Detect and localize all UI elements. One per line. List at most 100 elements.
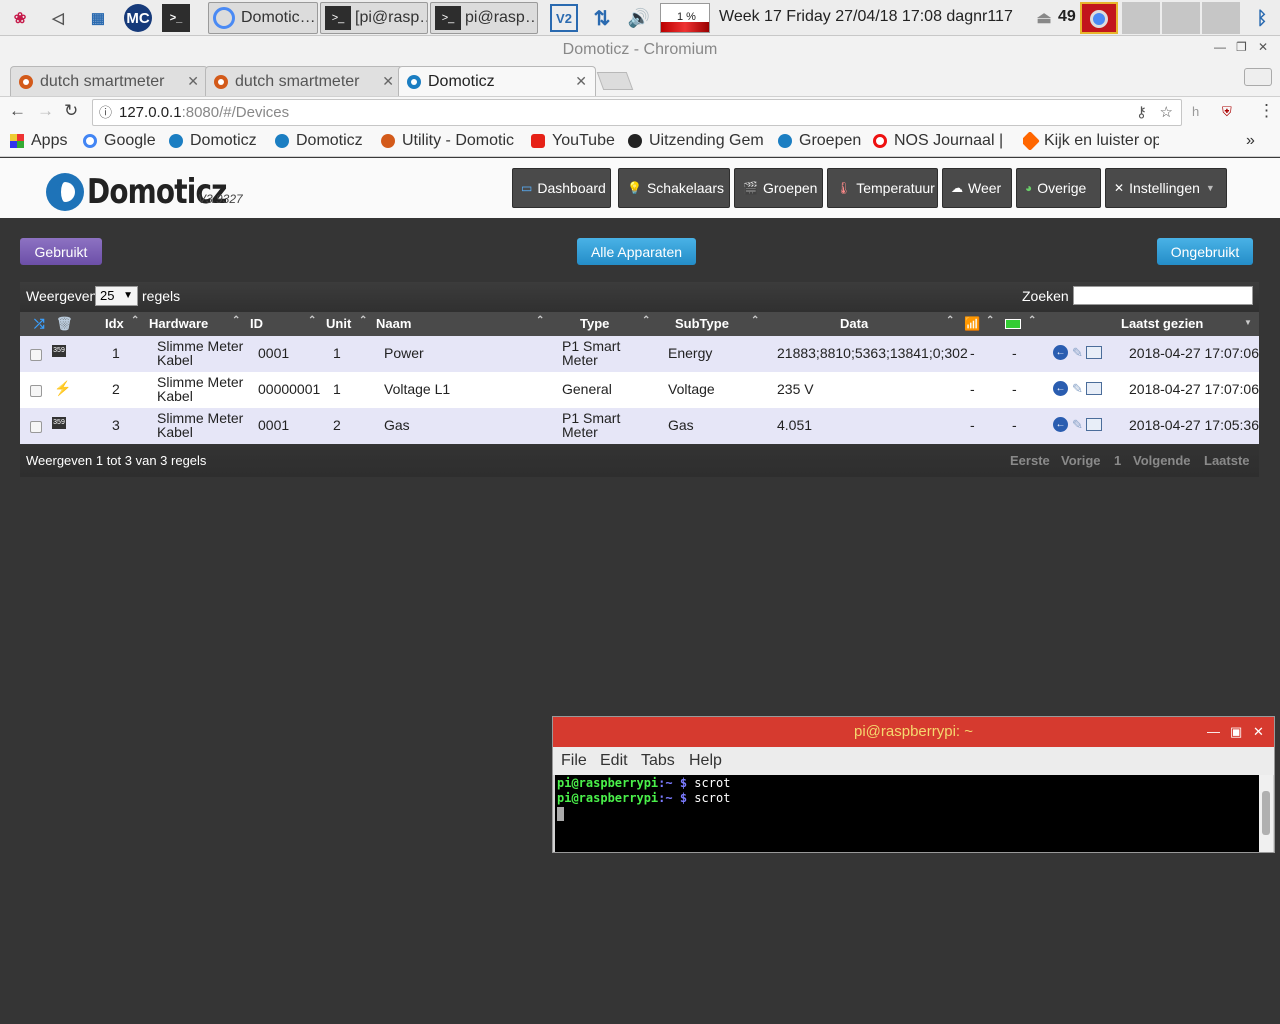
info-icon[interactable]: ⓘ [99,100,112,125]
battery-icon[interactable] [1005,319,1021,329]
close-icon[interactable]: ✕ [1253,724,1264,740]
row-checkbox[interactable] [30,385,42,397]
nav-instellingen[interactable]: ✕ Instellingen ▼ [1105,168,1227,208]
eject-icon[interactable]: ⏏ [1030,4,1058,32]
all-devices-button[interactable]: Alle Apparaten [577,238,696,265]
col-naam[interactable]: Naam [376,316,411,331]
task-domoticz[interactable]: Domotic… [208,2,318,34]
bookmark-apps[interactable]: Apps [10,132,67,150]
close-icon[interactable]: ✕ [1258,40,1268,54]
forward-icon[interactable]: → [37,101,54,121]
menu-edit[interactable]: Edit [600,752,628,770]
add-device-icon[interactable]: ← [1053,345,1068,360]
log-icon[interactable] [1086,418,1102,431]
clock[interactable]: Week 17 Friday 27/04/18 17:08 dagnr117 [719,8,1013,26]
tray-slot[interactable] [1202,2,1240,34]
new-tab-button[interactable] [596,72,634,90]
tray-slot[interactable] [1162,2,1200,34]
bookmark-youtube[interactable]: YouTube [531,132,615,150]
reload-icon[interactable]: ↻ [64,101,78,121]
chromium-tray-icon[interactable] [1080,2,1118,34]
volume-icon[interactable]: 🔊 [625,4,653,32]
table-row[interactable]: ⚡ 2 Slimme Meter Kabel 00000001 1 Voltage… [20,372,1259,408]
task-terminal-2[interactable]: >_ pi@rasp… [430,2,538,34]
bookmark-domoticz-2[interactable]: Domoticz [275,132,363,150]
col-last-seen[interactable]: Laatst gezien [1121,316,1203,331]
nav-weer[interactable]: ☁ Weer [942,168,1012,208]
calculator-icon[interactable]: ▦ [84,4,112,32]
key-icon[interactable]: ⚷ [1136,100,1147,125]
pager-first[interactable]: Eerste [1010,453,1050,468]
ublock-icon[interactable]: ⛨ [1222,104,1232,120]
scrollbar-thumb[interactable] [1262,791,1270,835]
maximize-icon[interactable]: ❐ [1236,40,1247,54]
log-icon[interactable] [1086,346,1102,359]
menu-tabs[interactable]: Tabs [641,752,675,770]
nav-schakelaars[interactable]: 💡 Schakelaars [618,168,730,208]
pager-previous[interactable]: Vorige [1061,453,1101,468]
close-tab-icon[interactable]: ✕ [187,73,199,90]
add-device-icon[interactable]: ← [1053,417,1068,432]
menu-help[interactable]: Help [689,752,722,770]
bluetooth-icon[interactable]: ᛒ [1248,4,1276,32]
signal-icon[interactable]: 📶 [964,316,980,332]
url-field[interactable]: ⓘ 127.0.0.1:8080/#/Devices ⚷ ☆ [92,99,1182,126]
shuffle-icon[interactable]: ⤮ [34,316,44,332]
menu-file[interactable]: File [561,752,587,770]
extension-h-icon[interactable]: h [1192,104,1199,119]
minimize-icon[interactable]: — [1214,40,1226,54]
minimize-icon[interactable]: — [1207,724,1220,739]
star-icon[interactable]: ☆ [1160,100,1173,125]
col-id[interactable]: ID [250,316,263,331]
menu-icon[interactable]: ⋮ [1258,101,1275,121]
pager-next[interactable]: Volgende [1133,453,1191,468]
tab-domoticz[interactable]: Domoticz ✕ [398,66,596,96]
updates-count[interactable]: 49 [1058,8,1076,26]
log-icon[interactable] [1086,382,1102,395]
mc-icon[interactable]: MC [124,4,152,32]
trash-icon[interactable]: 🗑 [56,316,73,332]
search-input[interactable] [1073,286,1253,305]
used-filter-button[interactable]: Gebruikt [20,238,102,265]
page-size-select[interactable]: 25 ▼ [95,286,138,306]
bookmark-utility[interactable]: Utility - Domotic [381,132,519,150]
profile-icon[interactable] [1244,68,1272,86]
nav-groepen[interactable]: 🎬 Groepen [734,168,823,208]
vnc-icon[interactable]: V2 [550,4,578,32]
bookmark-uitzending[interactable]: Uitzending Gem [628,132,764,150]
pager-page-1[interactable]: 1 [1114,453,1121,468]
rename-icon[interactable]: ✎ [1072,381,1083,396]
col-subtype[interactable]: SubType [675,316,729,331]
bookmark-nos[interactable]: NOS Journaal | [873,132,1009,150]
maximize-icon[interactable]: ▣ [1230,724,1242,740]
browser-launcher-icon[interactable]: ◁ [44,4,72,32]
table-row[interactable]: 359 3 Slimme Meter Kabel 0001 2 Gas P1 Sm… [20,408,1259,444]
nav-temperatuur[interactable]: 🌡 Temperatuur [827,168,938,208]
rename-icon[interactable]: ✎ [1072,417,1083,432]
bookmark-groepen[interactable]: Groepen [778,132,861,150]
bookmarks-more-button[interactable]: » [1246,132,1255,150]
bookmark-kijk[interactable]: Kijk en luister op [1023,132,1159,150]
rename-icon[interactable]: ✎ [1072,345,1083,360]
bookmark-domoticz-1[interactable]: Domoticz [169,132,257,150]
tab-dutch-smartmeter-1[interactable]: dutch smartmeter ✕ [10,66,208,96]
network-icon[interactable]: ⇅ [588,4,616,32]
pager-last[interactable]: Laatste [1204,453,1250,468]
row-checkbox[interactable] [30,349,42,361]
col-hardware[interactable]: Hardware [149,316,208,331]
col-data[interactable]: Data [840,316,868,331]
terminal-scrollbar[interactable] [1259,775,1273,852]
add-device-icon[interactable]: ← [1053,381,1068,396]
tab-dutch-smartmeter-2[interactable]: dutch smartmeter ✕ [205,66,403,96]
row-checkbox[interactable] [30,421,42,433]
task-terminal-1[interactable]: >_ [pi@rasp… [320,2,428,34]
tray-slot[interactable] [1122,2,1160,34]
table-row[interactable]: 359 1 Slimme Meter Kabel 0001 1 Power P1 … [20,336,1259,372]
col-unit[interactable]: Unit [326,316,351,331]
back-icon[interactable]: ← [9,101,26,121]
col-type[interactable]: Type [580,316,609,331]
terminal-output[interactable]: pi@raspberrypi:~ $ scrot pi@raspberrypi:… [555,775,1259,852]
domoticz-logo[interactable]: Domoticz V3.9327 [46,172,257,212]
close-tab-icon[interactable]: ✕ [382,73,394,90]
nav-dashboard[interactable]: ▭ Dashboard [512,168,611,208]
